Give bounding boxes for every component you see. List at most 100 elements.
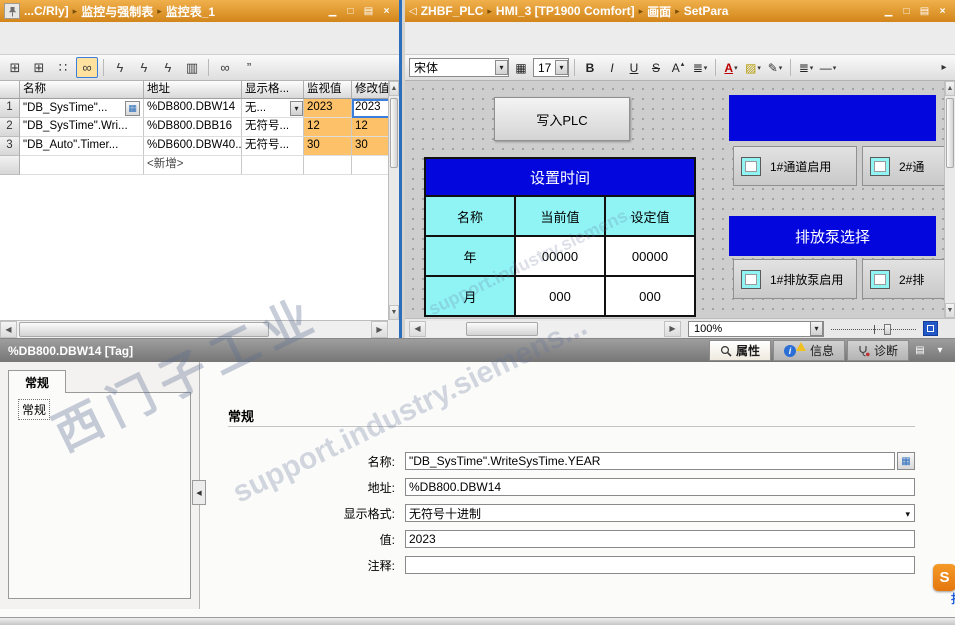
time-table-header-cell[interactable]: 设定值 [606, 197, 694, 235]
scroll-down-icon[interactable]: ▼ [389, 305, 399, 320]
pump2-checkbox[interactable]: 2#排 [862, 259, 944, 299]
modify-column-header[interactable]: 修改值 [352, 81, 388, 99]
scrollbar-thumb[interactable] [466, 321, 538, 336]
chevron-down-icon[interactable]: ▾ [810, 321, 823, 336]
chevron-down-icon[interactable]: ▾ [495, 60, 508, 75]
time-table-title[interactable]: 设置时间 [426, 159, 694, 195]
tag-address-cell[interactable]: %DB600.DBW40... [144, 137, 242, 156]
collapse-nav-icon[interactable]: ◀ [192, 480, 206, 505]
modify-value-cell[interactable]: 12 [352, 118, 388, 137]
channel1-checkbox[interactable]: 1#通道启用 [733, 146, 857, 186]
row-number[interactable]: 3 [0, 137, 20, 156]
back-icon[interactable]: ◁ [409, 6, 417, 17]
add-row-icon[interactable]: ⊞ [28, 57, 50, 78]
dock-icon[interactable]: ▤ [916, 4, 933, 19]
tab-general[interactable]: 常规 [8, 370, 66, 393]
tag-address-cell[interactable]: %DB800.DBB16 [144, 118, 242, 137]
value-field[interactable] [405, 530, 915, 548]
nav-item-general[interactable]: 常规 [17, 399, 51, 420]
hmi-screen-canvas[interactable]: 写入PLC 1#通道启用 2#通 设置时间 名称 当前值 设定值 年 00000… [405, 81, 944, 318]
pump1-checkbox[interactable]: 1#排放泵启用 [733, 259, 857, 299]
close-icon[interactable]: × [378, 4, 395, 19]
vertical-scrollbar[interactable]: ▲ ▼ [944, 81, 955, 318]
modify-trigger-icon[interactable]: ϟ [157, 57, 179, 78]
checkbox-icon[interactable] [870, 156, 890, 176]
dash-style-icon[interactable]: — ▾ [818, 58, 838, 78]
comment-field[interactable] [405, 556, 915, 574]
monitor-column-header[interactable]: 监视值 [304, 81, 352, 99]
breadcrumb-item[interactable]: HMI_3 [TP1900 Comfort] [496, 4, 635, 18]
toolbar-overflow-icon[interactable]: ▸ [937, 58, 951, 78]
font-grid-icon[interactable]: ▦ [511, 58, 531, 78]
chevron-down-icon[interactable]: ▾ [555, 60, 568, 75]
minimize-icon[interactable]: ▁ [880, 4, 897, 19]
scroll-right-icon[interactable]: ▶ [664, 320, 681, 337]
pump-select-banner[interactable]: 排放泵选择 [729, 216, 936, 256]
display-format-select[interactable]: 无符号十进制 ▾ [405, 504, 915, 522]
modify-value-cell[interactable]: 30 [352, 137, 388, 156]
vertical-scrollbar[interactable]: ▲ ▼ [388, 81, 399, 320]
breadcrumb-item[interactable]: 监控表_1 [166, 3, 215, 20]
row-number[interactable]: 2 [0, 118, 20, 137]
dock-icon[interactable]: ▤ [360, 4, 377, 19]
tab-diagnostics[interactable]: 诊断 [846, 340, 909, 361]
pen-style-icon[interactable]: ✎ ▾ [765, 58, 785, 78]
tag-browse-icon[interactable]: ▦ [125, 100, 140, 116]
scrollbar-track[interactable] [945, 96, 955, 303]
modify-value-cell[interactable]: 2023 [352, 99, 388, 118]
tag-name-cell[interactable]: "DB_SysTime"... ▦ [20, 99, 144, 118]
scrollbar-thumb[interactable] [390, 98, 398, 168]
superscript-icon[interactable]: A ▴ [668, 58, 688, 78]
watch-icon[interactable]: ∞ [214, 57, 236, 78]
insert-row-icon[interactable]: ⊞ [4, 57, 26, 78]
scrollbar-track[interactable] [389, 96, 399, 305]
row-number[interactable] [0, 156, 20, 175]
scroll-up-icon[interactable]: ▲ [389, 81, 399, 96]
horizontal-scrollbar[interactable]: ◀ ▶ [0, 320, 388, 338]
time-current-value[interactable]: 00000 [516, 237, 604, 275]
comment-icon[interactable]: ” [238, 57, 260, 78]
time-set-value[interactable]: 00000 [606, 237, 694, 275]
font-family-select[interactable]: 宋体 ▾ [409, 58, 509, 77]
tag-name-cell[interactable]: "DB_Auto".Timer... [20, 137, 144, 156]
checkbox-icon[interactable] [741, 156, 761, 176]
support-badge[interactable]: S [933, 564, 955, 591]
watch-table-titlebar[interactable]: ...C/Rly] ▸ 监控与强制表 ▸ 监控表_1 ▁ □ ▤ × [0, 0, 399, 22]
scroll-down-icon[interactable]: ▼ [945, 303, 955, 318]
checkbox-icon[interactable] [870, 269, 890, 289]
name-field[interactable] [405, 452, 895, 470]
scrollbar-track[interactable] [426, 320, 664, 337]
zoom-select[interactable]: 100% ▾ [688, 320, 824, 337]
monitor-all-icon[interactable]: ∞ [76, 57, 98, 78]
close-icon[interactable]: × [934, 4, 951, 19]
time-current-value[interactable]: 000 [516, 277, 604, 315]
minimize-icon[interactable]: ▁ [324, 4, 341, 19]
address-field[interactable] [405, 478, 915, 496]
restore-icon[interactable]: □ [342, 4, 359, 19]
address-column-header[interactable]: 地址 [144, 81, 242, 99]
horizontal-scrollbar[interactable]: ◀ ▶ [409, 320, 681, 337]
channel2-checkbox[interactable]: 2#通 [862, 146, 944, 186]
font-color-icon[interactable]: A ▾ [721, 58, 741, 78]
tag-name-cell[interactable] [20, 156, 144, 175]
display-format-cell[interactable] [242, 156, 304, 175]
modify-once-icon[interactable]: ϟ [133, 57, 155, 78]
fit-to-screen-icon[interactable] [923, 321, 938, 336]
scroll-right-icon[interactable]: ▶ [371, 321, 388, 338]
panel-dock-icon[interactable]: ▤ [911, 340, 929, 361]
breadcrumb-item[interactable]: ZHBF_PLC [421, 4, 484, 18]
scroll-up-icon[interactable]: ▲ [945, 81, 955, 96]
expand-format-icon[interactable]: ∷ [52, 57, 74, 78]
highlight-color-icon[interactable]: ▨ ▾ [743, 58, 763, 78]
scrollbar-track[interactable] [17, 321, 371, 338]
modify-now-icon[interactable]: ϟ [109, 57, 131, 78]
display-format-cell[interactable]: 无符号... [242, 137, 304, 156]
time-row-label[interactable]: 月 [426, 277, 514, 315]
row-number[interactable]: 1 [0, 99, 20, 118]
tag-address-cell[interactable]: %DB800.DBW14 [144, 99, 242, 118]
pin-icon[interactable] [4, 3, 20, 19]
set-time-table[interactable]: 设置时间 名称 当前值 设定值 年 00000 00000 月 000 000 [424, 157, 696, 317]
breadcrumb-item[interactable]: 监控与强制表 [81, 3, 153, 20]
breadcrumb-item[interactable]: 画面 [647, 3, 671, 20]
panel-collapse-icon[interactable]: ▾ [931, 340, 949, 361]
